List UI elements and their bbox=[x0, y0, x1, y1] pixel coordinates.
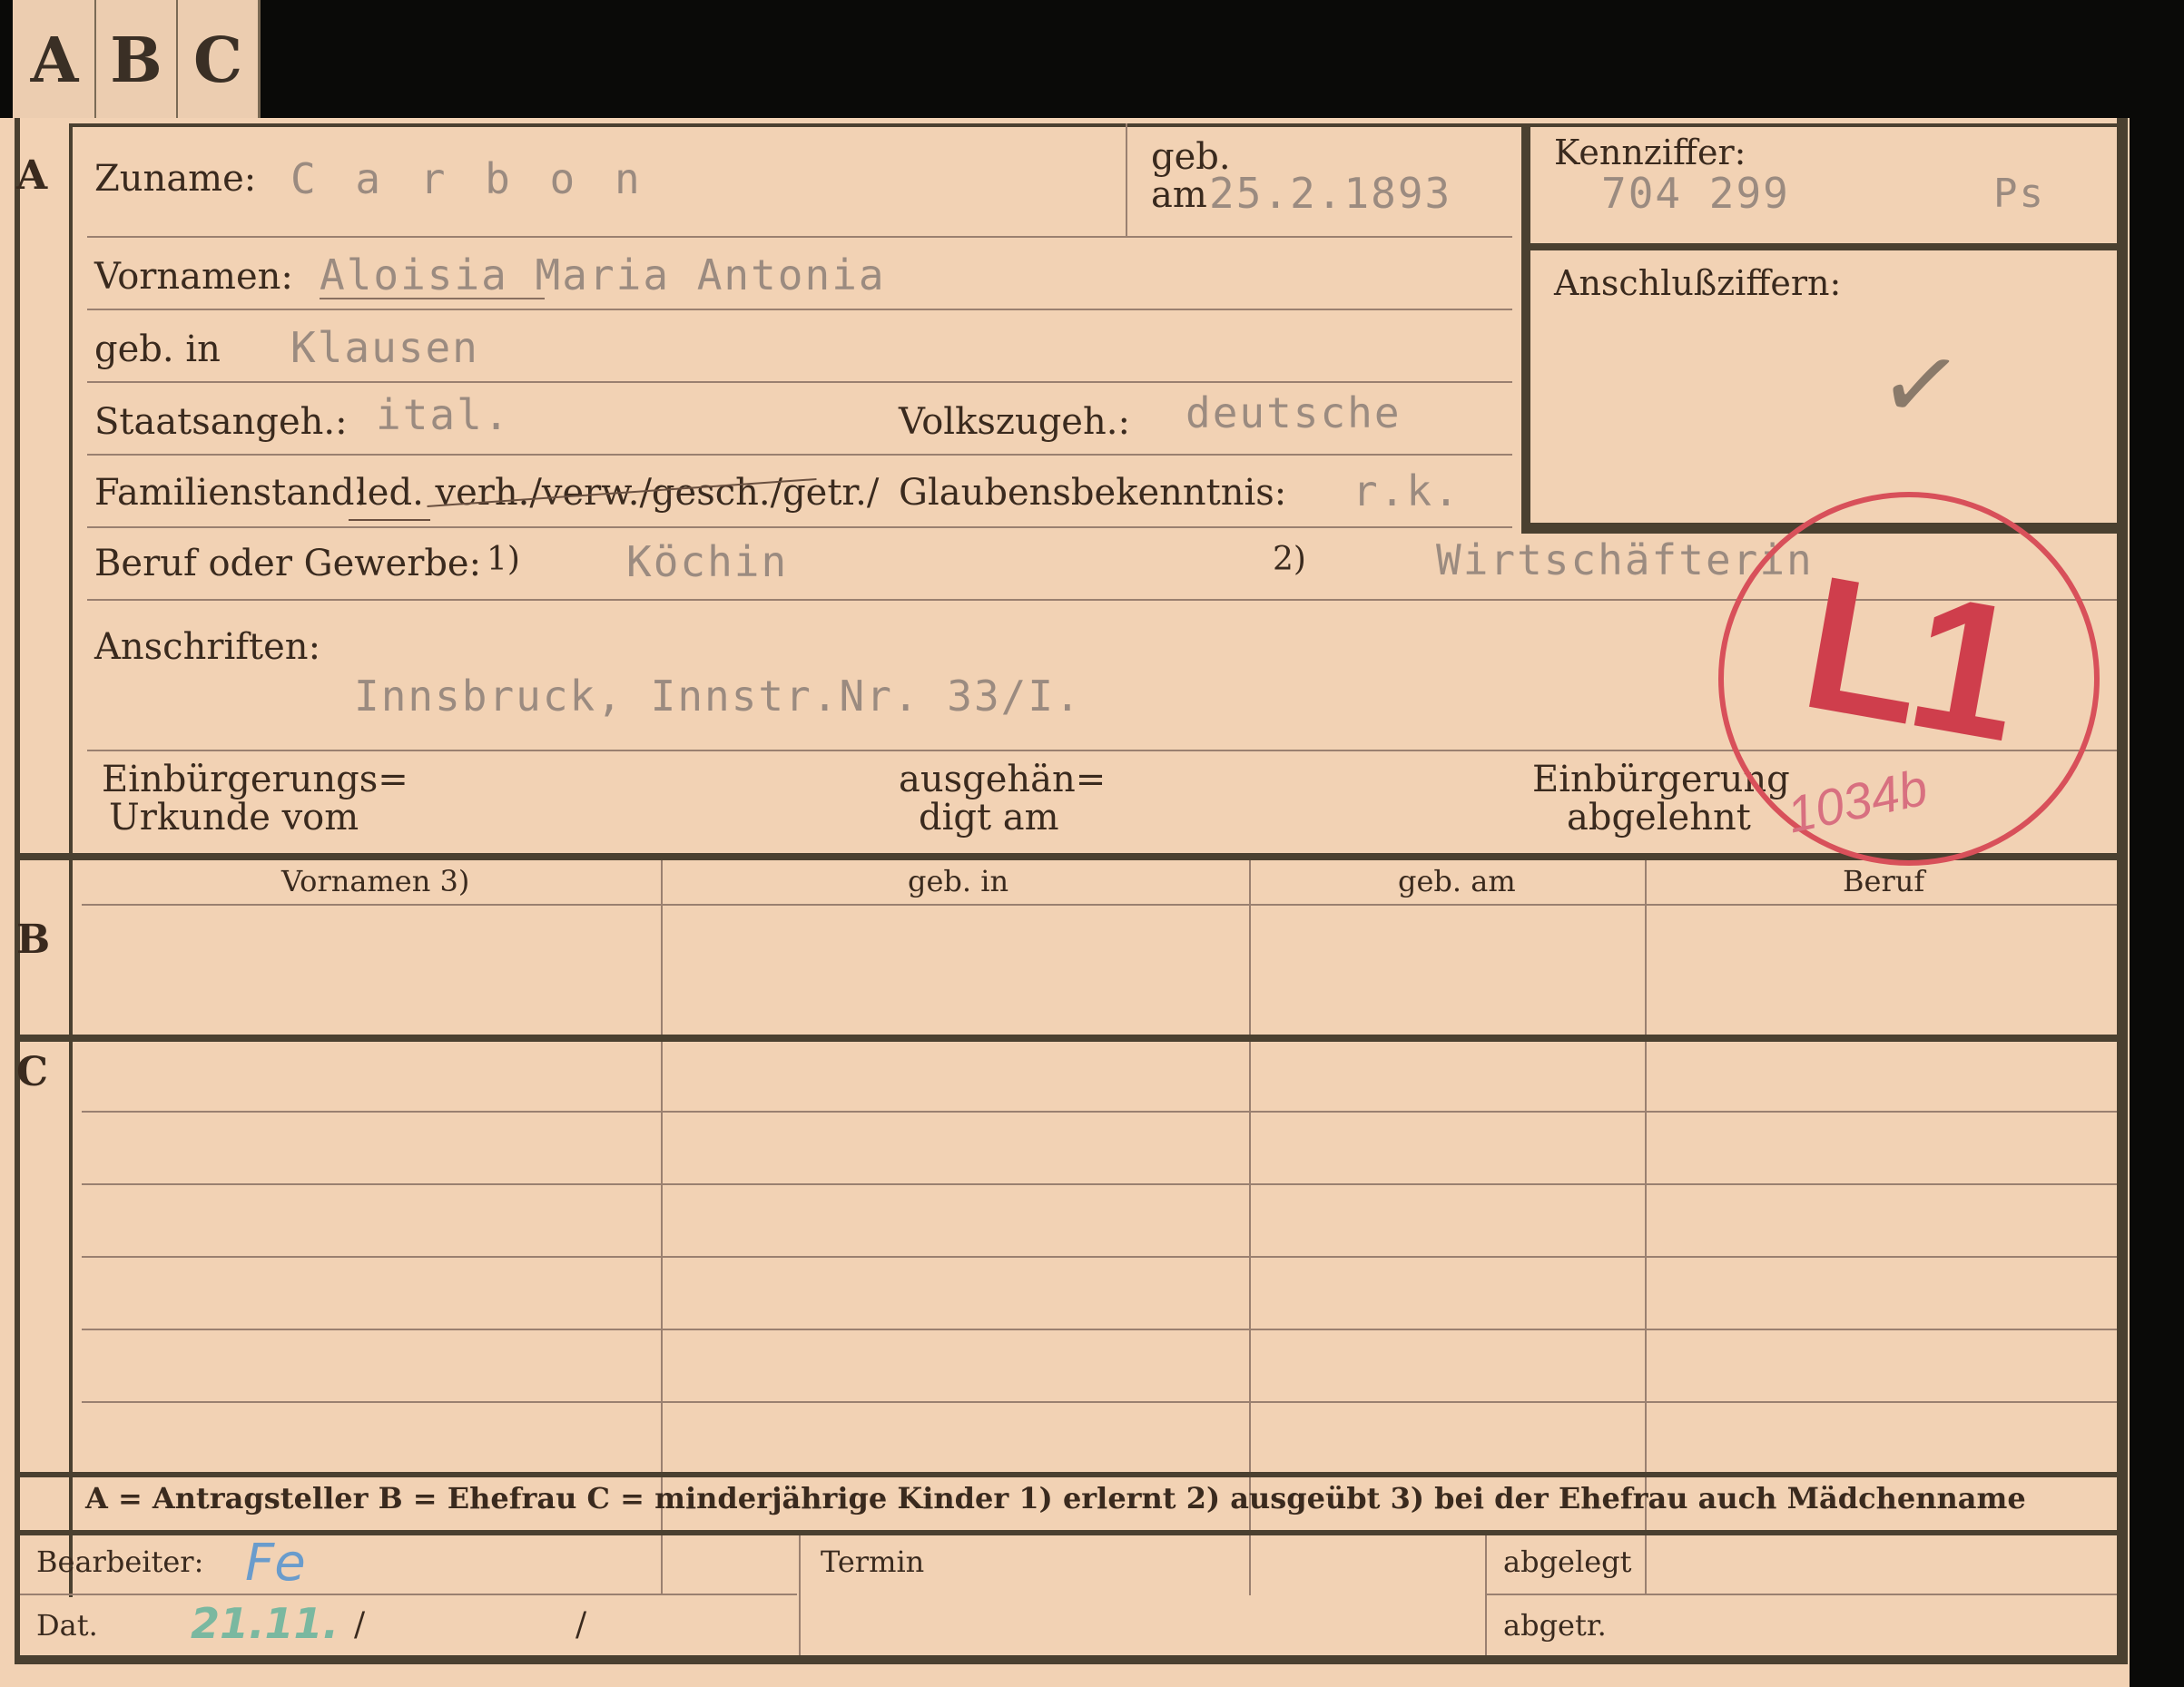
section-a-inner-border bbox=[69, 127, 73, 853]
registration-card: A B C Zuname: C a r b o n geb. am 25.2.1… bbox=[0, 118, 2130, 1687]
zuname-divider bbox=[1126, 123, 1127, 236]
familienstand-label: Familienstand: bbox=[94, 472, 367, 514]
volkszugeh-value: deutsche bbox=[1185, 388, 1402, 437]
footer-mid-line-right bbox=[1487, 1594, 2117, 1595]
kennziffer-suffix: Ps bbox=[1993, 171, 2045, 217]
anschriften-label: Anschriften: bbox=[94, 626, 321, 668]
left-border bbox=[15, 118, 20, 1661]
beruf-label: Beruf oder Gewerbe: bbox=[94, 543, 482, 584]
section-b-top bbox=[15, 853, 2117, 860]
vornamen-underline bbox=[320, 298, 545, 299]
check-mark: ✓ bbox=[1871, 321, 1971, 448]
ausgehaen-label-1: ausgehän= bbox=[899, 759, 1107, 800]
zuname-value: C a r b o n bbox=[290, 154, 647, 203]
tab-a[interactable]: A bbox=[15, 0, 97, 118]
footer-bottom bbox=[15, 1655, 2128, 1664]
table-header-beruf: Beruf bbox=[1843, 864, 1925, 898]
tab-b[interactable]: B bbox=[96, 0, 179, 118]
dat-value: 21.11. bbox=[191, 1599, 339, 1648]
glaubensbekenntnis-label: Glaubensbekenntnis: bbox=[899, 472, 1287, 514]
table-header-line bbox=[82, 904, 2117, 906]
ausgehaen-label-2: digt am bbox=[919, 797, 1059, 839]
kennziffer-value: 704 299 bbox=[1601, 169, 1790, 218]
staatsangeh-label: Staatsangeh.: bbox=[94, 401, 348, 443]
anschrift-value: Innsbruck, Innstr.Nr. 33/I. bbox=[354, 672, 1082, 721]
c-row-line-1 bbox=[82, 1111, 2117, 1113]
footer-col-1 bbox=[799, 1535, 801, 1661]
geb-in-value: Klausen bbox=[290, 323, 479, 372]
beruf-erlernt-value: Köchin bbox=[626, 537, 789, 586]
vornamen-label: Vornamen: bbox=[94, 256, 293, 298]
zuname-label: Zuname: bbox=[94, 158, 257, 200]
tab-c[interactable]: C bbox=[178, 0, 261, 118]
table-header-geb-in: geb. in bbox=[908, 864, 1009, 898]
anschlussziffern-label: Anschlußziffern: bbox=[1554, 263, 1842, 303]
section-b-inner-border bbox=[69, 860, 73, 1597]
section-c-label: C bbox=[16, 1049, 49, 1095]
c-row-line-3 bbox=[82, 1256, 2117, 1258]
table-header-vornamen: Vornamen 3) bbox=[281, 864, 470, 898]
row2-line bbox=[87, 309, 1512, 310]
familienstand-underline bbox=[349, 519, 430, 521]
section-b-label: B bbox=[16, 917, 51, 963]
dat-slash-1: / bbox=[354, 1606, 366, 1643]
birth-date-value: 25.2.1893 bbox=[1209, 169, 1452, 218]
am-label: am bbox=[1151, 174, 1207, 216]
row1-line bbox=[87, 236, 1512, 238]
abgetr-label: abgetr. bbox=[1503, 1608, 1607, 1643]
abgelegt-label: abgelegt bbox=[1503, 1545, 1632, 1579]
beruf-note-2: 2) bbox=[1273, 541, 1306, 578]
c-row-line-2 bbox=[82, 1183, 2117, 1185]
einbuergerung-label-2: abgelehnt bbox=[1567, 797, 1751, 839]
table-header-geb-am: geb. am bbox=[1398, 864, 1516, 898]
section-a-label: A bbox=[16, 152, 48, 199]
staatsangeh-value: ital. bbox=[376, 390, 511, 439]
volkszugeh-label: Volkszugeh.: bbox=[899, 401, 1130, 443]
einbuergerungs-label-1: Einbürgerungs= bbox=[102, 759, 408, 800]
termin-label: Termin bbox=[821, 1545, 925, 1579]
einbuergerungs-label-2: Urkunde vom bbox=[109, 797, 359, 839]
vornamen-value: Aloisia Maria Antonia bbox=[320, 250, 886, 299]
c-row-line-4 bbox=[82, 1329, 2117, 1330]
row3-line bbox=[87, 381, 1512, 383]
footer-col-2 bbox=[1485, 1535, 1487, 1661]
section-c-top bbox=[15, 1035, 2117, 1042]
legend-text: A = Antragsteller B = Ehefrau C = minder… bbox=[85, 1481, 2026, 1515]
legend-bottom bbox=[15, 1530, 2117, 1535]
geb-in-label: geb. in bbox=[94, 329, 221, 370]
dat-slash-2: / bbox=[576, 1606, 587, 1643]
footer-mid-line-left bbox=[20, 1594, 797, 1595]
c-row-line-5 bbox=[82, 1401, 2117, 1403]
kennziffer-divider bbox=[1530, 243, 2117, 250]
glaubensbekenntnis-value: r.k. bbox=[1353, 466, 1461, 515]
row5-line bbox=[87, 526, 1512, 528]
beruf-note-1: 1) bbox=[487, 541, 520, 578]
row4-line bbox=[87, 454, 1512, 456]
bearbeiter-value: Fe bbox=[245, 1534, 306, 1593]
legend-top bbox=[15, 1472, 2117, 1477]
bearbeiter-label: Bearbeiter: bbox=[36, 1545, 204, 1579]
stamp-big-text: L1 bbox=[1789, 535, 2028, 780]
kennziffer-label: Kennziffer: bbox=[1554, 132, 1746, 172]
dat-label: Dat. bbox=[36, 1608, 98, 1643]
